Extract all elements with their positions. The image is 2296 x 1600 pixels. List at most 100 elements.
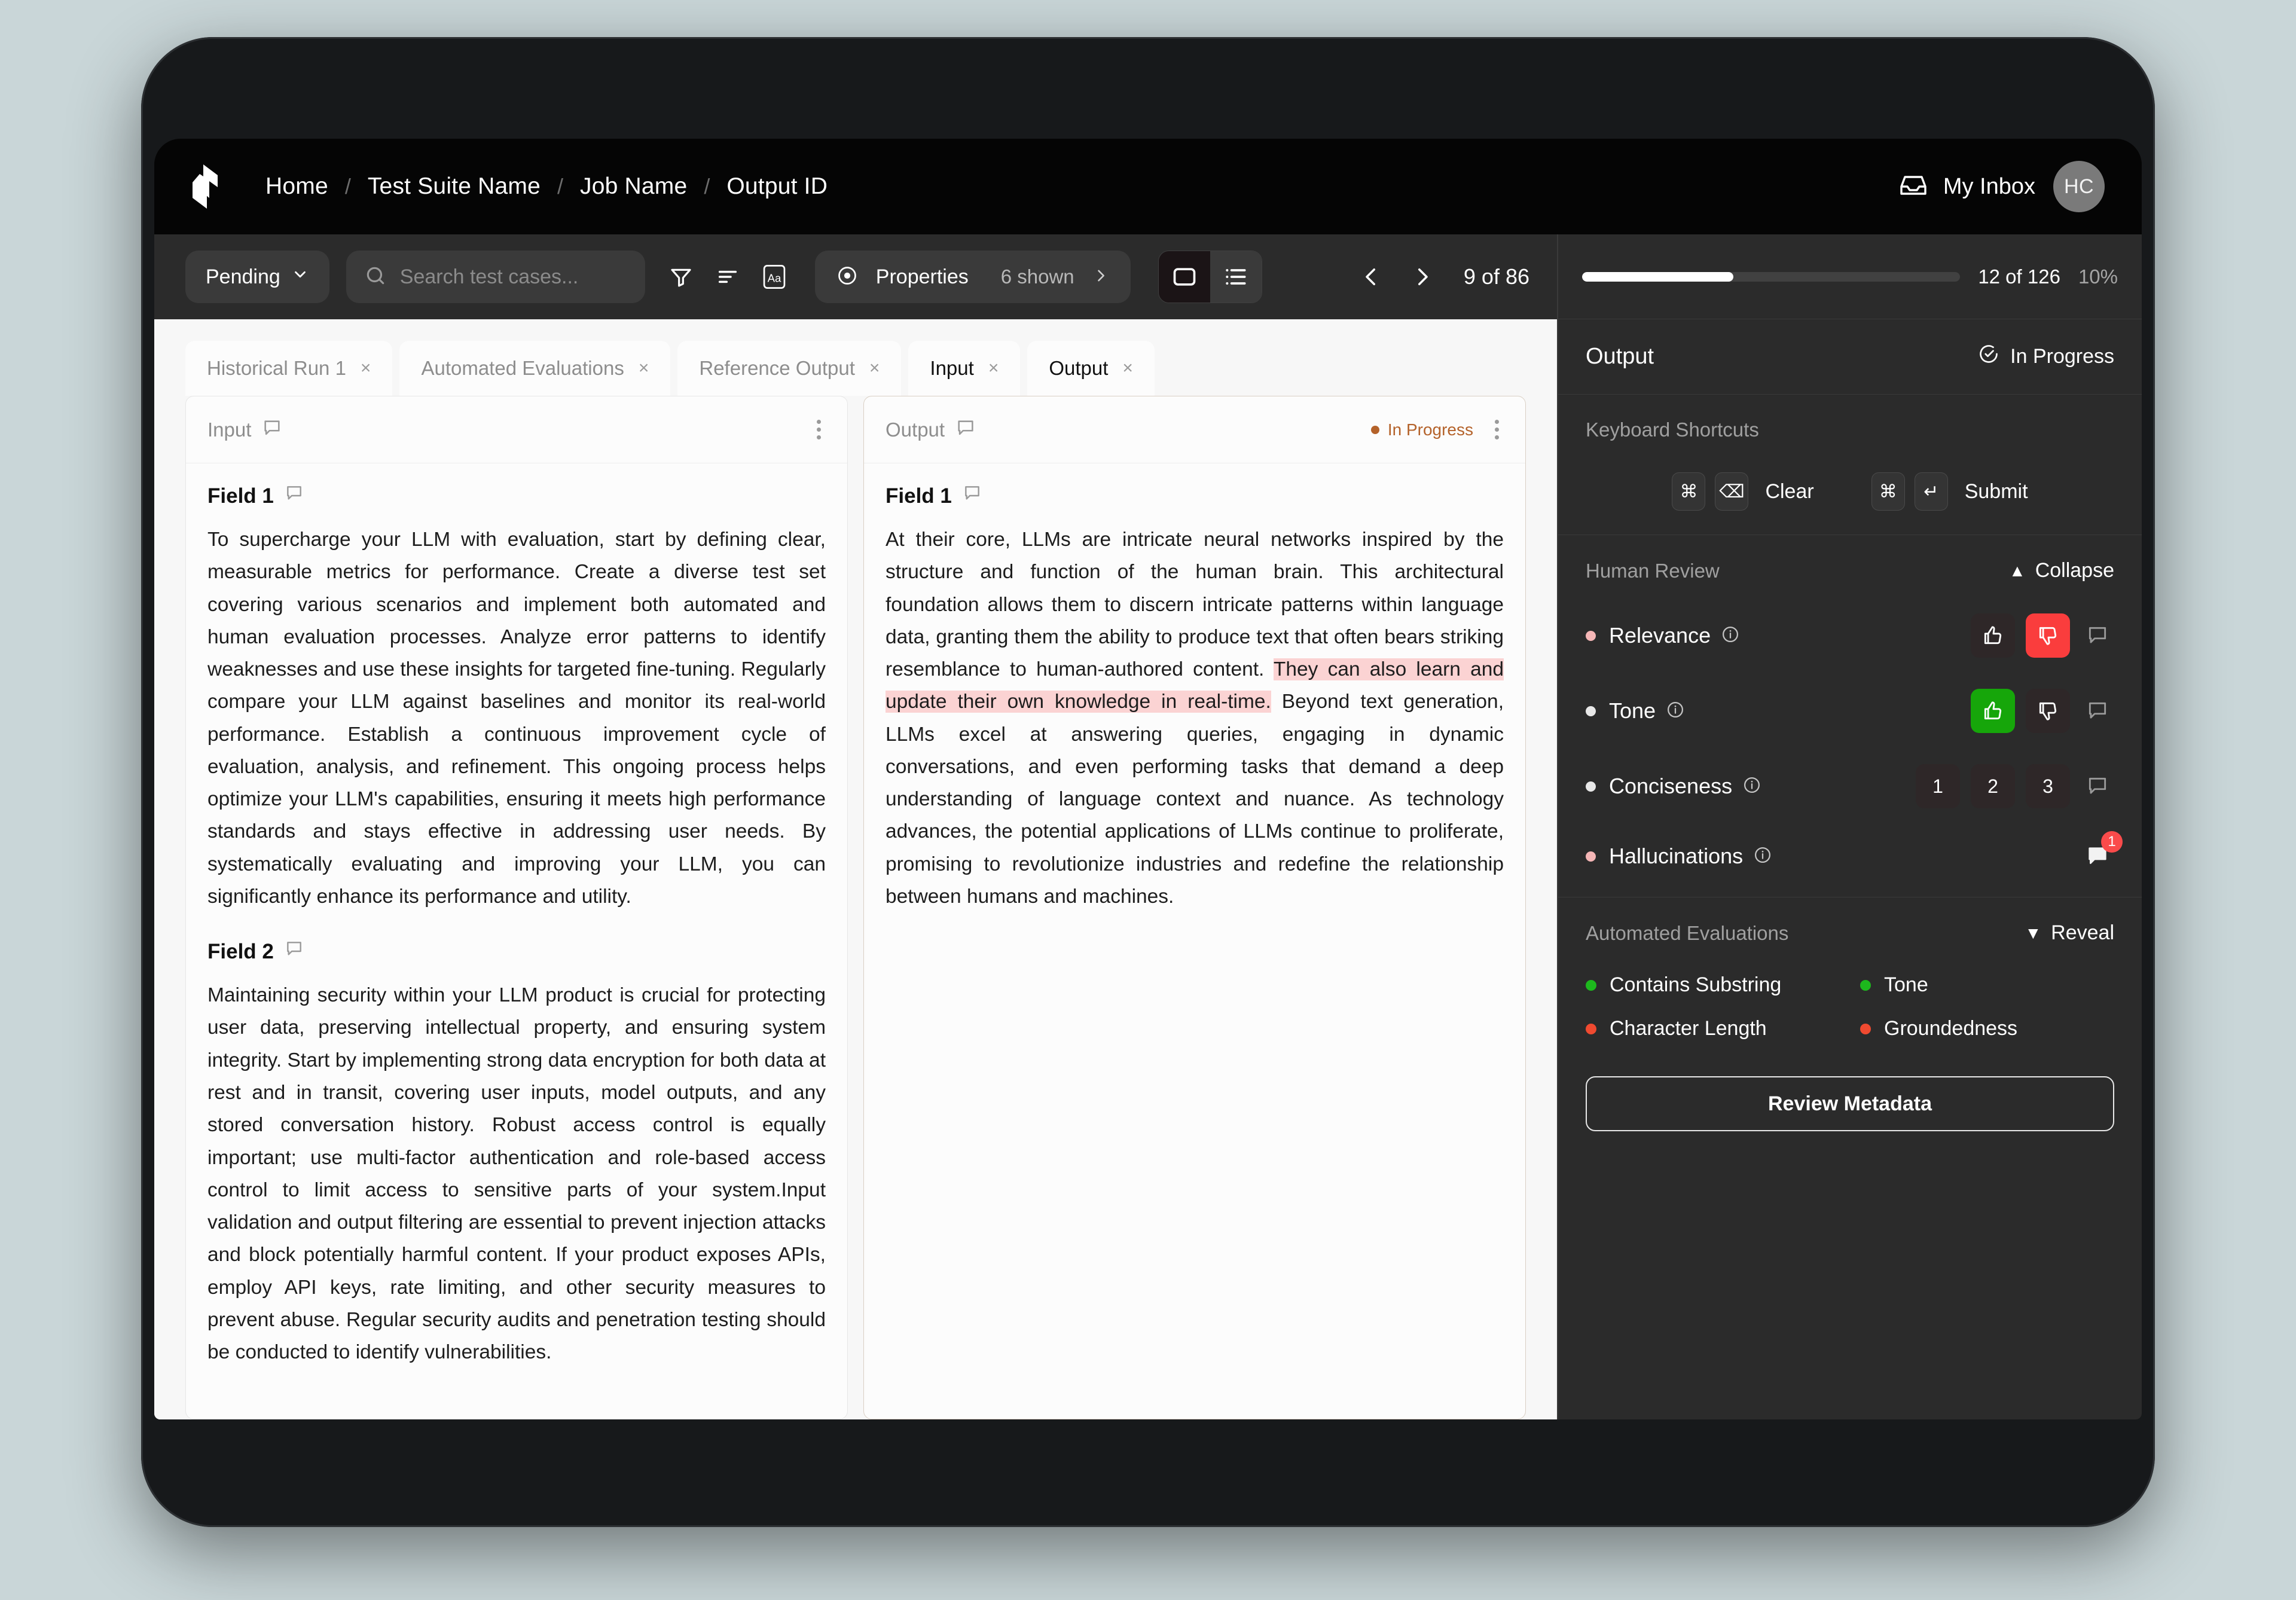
breadcrumb: Home / Test Suite Name / Job Name / Outp…	[249, 173, 844, 200]
output-panel-title: Output	[886, 418, 945, 441]
close-icon[interactable]: ×	[1122, 358, 1133, 378]
input-panel: Input Field 1 To supercharge your LLM wi…	[185, 396, 848, 1419]
chevron-down-icon	[291, 265, 309, 289]
scale-button-2[interactable]: 2	[1971, 764, 2015, 808]
clock-check-icon	[1978, 343, 1999, 370]
input-panel-actions	[812, 415, 826, 444]
command-key-icon: ⌘	[1672, 472, 1706, 511]
comment-bubble-icon[interactable]	[2081, 770, 2114, 803]
input-panel-body: Field 1 To supercharge your LLM with eva…	[186, 463, 847, 1419]
panels-container: Input Field 1 To supercharge your LLM wi…	[154, 396, 1557, 1419]
info-icon[interactable]	[1754, 846, 1772, 867]
close-icon[interactable]: ×	[361, 358, 371, 378]
shortcut-submit[interactable]: ⌘ ↵ Submit	[1871, 472, 2028, 511]
human-review-section: Human Review ▲ Collapse Relevance Tone C…	[1558, 535, 2142, 897]
comment-bubble-filled-icon[interactable]: 1	[2081, 831, 2123, 873]
comment-bubble-icon[interactable]	[2081, 694, 2114, 728]
search-input[interactable]	[399, 265, 627, 289]
shortcuts-list: ⌘ ⌫ Clear ⌘ ↵ Submit	[1586, 472, 2114, 511]
funnel-icon[interactable]	[665, 261, 697, 292]
breadcrumb-item-test-suite[interactable]: Test Suite Name	[351, 173, 557, 200]
comment-bubble-icon[interactable]	[285, 939, 304, 964]
command-key-icon: ⌘	[1871, 472, 1905, 511]
field-label: Field 2	[207, 939, 274, 963]
comment-bubble-icon[interactable]	[955, 418, 976, 441]
sort-icon[interactable]	[712, 261, 743, 292]
avatar[interactable]: HC	[2053, 161, 2105, 212]
status-badge-label: In Progress	[1387, 420, 1473, 439]
prev-page-button[interactable]	[1352, 258, 1390, 295]
comment-bubble-icon[interactable]	[2081, 619, 2114, 652]
close-icon[interactable]: ×	[639, 358, 649, 378]
scale-button-3[interactable]: 3	[2026, 764, 2070, 808]
status-dot	[1860, 979, 1871, 991]
output-text-before: At their core, LLMs are intricate neural…	[886, 529, 1504, 681]
info-icon[interactable]	[1666, 701, 1684, 722]
shortcut-clear[interactable]: ⌘ ⌫ Clear	[1672, 472, 1814, 511]
kebab-menu-icon[interactable]	[1490, 415, 1504, 444]
breadcrumb-item-output-id[interactable]: Output ID	[710, 173, 844, 200]
thumbs-down-button[interactable]	[2026, 613, 2070, 658]
input-field-2-text: Maintaining security within your LLM pro…	[207, 984, 826, 1364]
auto-eval-contains-substring[interactable]: Contains Substring	[1586, 973, 1840, 997]
progress-bar[interactable]	[1582, 271, 1961, 282]
close-icon[interactable]: ×	[869, 358, 880, 378]
breadcrumb-separator: /	[344, 174, 351, 199]
tab-label: Automated Evaluations	[421, 357, 624, 379]
comment-bubble-icon[interactable]	[963, 484, 982, 508]
tab-output[interactable]: Output ×	[1027, 341, 1155, 396]
tab-historical-run-1[interactable]: Historical Run 1 ×	[185, 341, 393, 396]
info-icon[interactable]	[1743, 776, 1761, 797]
auto-eval-character-length[interactable]: Character Length	[1586, 1017, 1840, 1040]
status-dot	[1586, 1023, 1596, 1034]
caret-up-icon: ▲	[2008, 561, 2026, 580]
my-inbox-button[interactable]: My Inbox	[1899, 171, 2035, 203]
collapse-label: Collapse	[2035, 559, 2114, 582]
breadcrumb-separator: /	[557, 174, 563, 199]
review-sidebar: 12 of 126 10% Output In Progress Keyboar…	[1557, 234, 2142, 1419]
collapse-human-review-button[interactable]: ▲ Collapse	[2009, 559, 2114, 582]
auto-eval-groundedness[interactable]: Groundedness	[1860, 1017, 2114, 1040]
kebab-menu-icon[interactable]	[812, 415, 826, 444]
scale-button-1[interactable]: 1	[1916, 764, 1960, 808]
reveal-automated-evaluations-button[interactable]: ▼ Reveal	[2025, 921, 2114, 945]
comment-bubble-icon[interactable]	[262, 418, 282, 441]
progress-bar-fill	[1582, 271, 1733, 282]
review-controls: 1 2 3	[1916, 764, 2114, 808]
shortcut-clear-label: Clear	[1765, 480, 1814, 503]
tab-reference-output[interactable]: Reference Output ×	[677, 341, 902, 396]
comment-bubble-icon[interactable]	[285, 484, 304, 508]
toolbar: Pending Search test cases... Aa Properti…	[154, 234, 1557, 319]
tab-label: Input	[930, 357, 974, 379]
cube-logo-icon[interactable]	[185, 163, 222, 210]
tab-automated-evaluations[interactable]: Automated Evaluations ×	[399, 341, 671, 396]
review-metadata-button[interactable]: Review Metadata	[1586, 1076, 2114, 1131]
reveal-label: Reveal	[2051, 921, 2114, 944]
thumbs-down-button[interactable]	[2026, 689, 2070, 733]
tab-input[interactable]: Input ×	[908, 341, 1021, 396]
text-format-icon[interactable]: Aa	[759, 261, 790, 292]
device-frame: Home / Test Suite Name / Job Name / Outp…	[141, 37, 2155, 1527]
search-box[interactable]	[346, 251, 645, 303]
list-view-icon[interactable]	[1210, 251, 1262, 303]
field-label: Field 1	[207, 484, 274, 508]
next-page-button[interactable]	[1404, 258, 1441, 295]
thumbs-up-button[interactable]	[1971, 613, 2015, 658]
view-mode-toggle	[1158, 251, 1262, 303]
auto-eval-tone[interactable]: Tone	[1860, 973, 2114, 997]
auto-eval-label: Contains Substring	[1610, 973, 1782, 996]
close-icon[interactable]: ×	[988, 358, 999, 378]
status-filter-dropdown[interactable]: Pending	[185, 251, 329, 303]
breadcrumb-item-job[interactable]: Job Name	[563, 173, 704, 200]
pager: 9 of 86	[1352, 258, 1557, 295]
status-filter-label: Pending	[206, 265, 280, 288]
svg-text:Aa: Aa	[767, 271, 781, 284]
properties-selector[interactable]: Properties 6 shown	[814, 251, 1131, 303]
automated-evaluations-grid: Contains Substring Tone Character Length	[1586, 973, 2114, 1040]
breadcrumb-item-home[interactable]: Home	[249, 173, 345, 200]
card-view-icon[interactable]	[1158, 251, 1210, 303]
thumbs-up-button[interactable]	[1971, 689, 2015, 733]
info-icon[interactable]	[1721, 625, 1739, 646]
properties-label: Properties	[875, 265, 969, 288]
pager-text: 9 of 86	[1463, 264, 1529, 289]
